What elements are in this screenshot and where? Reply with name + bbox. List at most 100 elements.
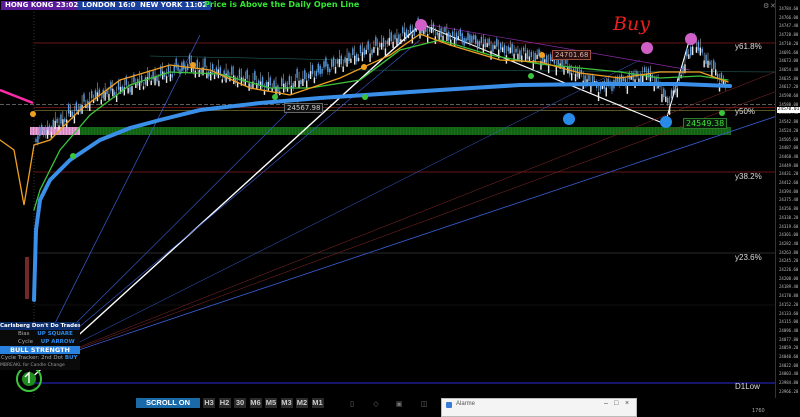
candle-body (438, 32, 440, 41)
candle-body (338, 59, 341, 68)
candle-body (309, 71, 312, 80)
candle-body (463, 38, 465, 46)
candle-body (668, 106, 671, 115)
candle-body (330, 59, 333, 68)
fib-23-6-label: y23.6% (735, 253, 762, 262)
timeframe-button-m2[interactable]: M2 (296, 398, 308, 408)
candle-body (565, 59, 567, 64)
candle-body (382, 37, 385, 47)
candle-body (377, 47, 379, 56)
candle-body (373, 47, 375, 53)
price-tick-label: 24189.40 (779, 284, 799, 290)
timeframe-button-h3[interactable]: H3 (203, 398, 215, 408)
candle-body (148, 71, 150, 79)
candle-body (306, 80, 308, 88)
candle-body (407, 34, 410, 38)
toolbar-icon-b[interactable]: ◇ (372, 401, 380, 409)
info-panel: Carlsberg Don't Do Trades Bias UP SQUARE… (0, 322, 80, 370)
cycle-label: Cycle (18, 339, 34, 345)
candle-body (701, 48, 703, 53)
candle-body (503, 44, 506, 54)
candle-body (83, 93, 85, 102)
minimize-icon[interactable]: – (604, 400, 608, 407)
candle-body (46, 130, 49, 139)
green-dot-1 (70, 153, 76, 159)
timeframe-button-30[interactable]: 30 (234, 398, 246, 408)
candle-body (361, 52, 364, 62)
hong-kong-session-tag: HONG KONG 23:02 (1, 1, 83, 10)
candle-body (165, 76, 168, 83)
price-tick-label: 24710.20 (779, 40, 799, 46)
candle-body (179, 69, 181, 75)
toolbar-icon-a[interactable]: ▯ (348, 401, 356, 409)
candle-body (327, 64, 329, 72)
candle-body (563, 66, 565, 75)
candle-body (697, 41, 700, 51)
candle-body (62, 119, 64, 127)
candle-body (488, 38, 490, 46)
info-panel-title: Carlsberg Don't Do Trades (0, 322, 80, 330)
price-tick-label: 24375.40 (779, 197, 799, 203)
toolbar-icon-d[interactable]: ◫ (420, 401, 428, 409)
price-tick-label: 24784.60 (779, 6, 799, 11)
candle-body (367, 41, 369, 50)
candle-body (281, 78, 283, 87)
candle-body (486, 43, 488, 48)
candle-body (288, 76, 291, 85)
candle-body (688, 54, 690, 59)
candle-body (315, 70, 318, 77)
candle-body (183, 60, 185, 70)
candle-body (699, 47, 702, 56)
candle-body (713, 60, 715, 70)
buy-annotation: Buy (613, 13, 650, 35)
alarm-popup-title: Alarme (456, 401, 476, 407)
candle-body (691, 46, 694, 56)
candle-body (371, 49, 373, 55)
timeframe-button-h2[interactable]: H2 (218, 398, 231, 408)
scroll-on-button[interactable]: SCROLL ON (136, 398, 200, 408)
price-tick-label: 24598.60 (779, 93, 799, 98)
maximize-icon[interactable]: □ (614, 400, 618, 407)
candle-body (409, 25, 412, 33)
candle-body (459, 29, 462, 37)
candle-body (352, 48, 354, 56)
candle-body (246, 69, 248, 79)
bias-label: Bias (18, 331, 30, 337)
candle-body (430, 26, 433, 34)
red-fan-2 (33, 69, 781, 366)
candle-body (142, 86, 145, 90)
candle-body (194, 70, 197, 78)
alarm-popup-window[interactable]: Alarme – □ × (441, 398, 637, 417)
timeframe-button-m6[interactable]: M6 (249, 398, 262, 408)
close-icon[interactable]: × (625, 400, 629, 407)
candle-body (102, 89, 104, 99)
toolbar-icon-c[interactable]: ▣ (395, 401, 403, 409)
window-close-icon[interactable]: ✕ (770, 2, 776, 10)
candle-body (403, 32, 406, 42)
timeframe-button-m1[interactable]: M1 (311, 398, 324, 408)
candle-body (515, 48, 517, 53)
timeframe-button-m5[interactable]: M5 (265, 398, 277, 408)
price-tick-label: 24115.00 (779, 319, 799, 325)
candle-body (496, 38, 498, 47)
candle-body (169, 74, 172, 82)
price-axis[interactable]: 24784.60 24766.00 24747.40 24728.80 24710.20… (775, 0, 800, 398)
candle-body (471, 36, 473, 43)
candle-body (394, 34, 396, 40)
blue-fan-1 (33, 114, 781, 366)
candle-body (484, 39, 486, 48)
fib-50-label: y50% (735, 107, 756, 116)
timeframe-button-m3[interactable]: M3 (280, 398, 293, 408)
candle-body (413, 28, 415, 36)
candle-body (321, 68, 323, 74)
candle-body (204, 58, 206, 68)
price-tick-label: 24505.60 (779, 136, 799, 142)
candle-body (686, 49, 688, 57)
candle-body (534, 53, 536, 62)
price-tick-label: 24635.80 (779, 75, 799, 81)
candle-body (605, 87, 607, 97)
settings-icon[interactable]: ⚙ (763, 2, 769, 10)
green-dot-4 (528, 73, 534, 79)
price-chart[interactable] (0, 0, 800, 415)
candle-body (707, 60, 709, 68)
